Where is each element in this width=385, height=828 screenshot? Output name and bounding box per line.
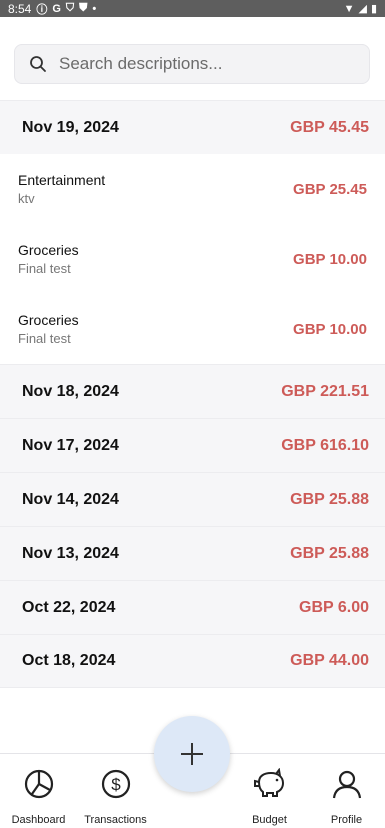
day-date: Oct 18, 2024 [22,652,116,669]
day-date: Oct 22, 2024 [22,598,116,616]
day-header[interactable]: Nov 13, 2024 GBP 25.88 [0,526,385,580]
day-header[interactable]: Nov 14, 2024 GBP 25.88 [0,472,385,526]
day-total: GBP 45.45 [290,118,369,136]
signal-icon: ◢ [358,3,367,15]
wifi-icon: ▼ [343,2,355,15]
nav-transactions[interactable]: $ Transactions [77,754,154,828]
day-total: GBP 25.88 [290,490,369,508]
plus-icon [181,743,203,765]
battery-icon: ▮ [370,3,377,15]
day-header[interactable]: Oct 22, 2024 GBP 6.00 [0,580,385,634]
nav-dashboard[interactable]: Dashboard [0,754,77,828]
day-total: GBP 44.00 [290,652,369,669]
transaction-list: Nov 19, 2024 GBP 45.45 Entertainment ktv… [0,100,385,688]
transaction-category: Entertainment [18,172,106,188]
dashboard-icon [24,769,53,799]
dot-icon: • [92,2,97,15]
transaction-category: Groceries [18,312,79,328]
day-date: Nov 19, 2024 [22,118,119,136]
shield-icon: ⛊ [79,2,88,14]
shield-icon: ⛉ [65,2,75,14]
transaction-description: Final test [18,261,71,276]
day-total: GBP 221.51 [281,382,369,400]
nav-label: Transactions [84,814,147,826]
day-total: GBP 616.10 [281,436,369,454]
transaction-description: ktv [18,191,35,206]
transaction-item[interactable]: Groceries Final test GBP 10.00 [0,224,385,294]
day-header[interactable]: Nov 17, 2024 GBP 616.10 [0,418,385,472]
transaction-description: Final test [18,331,71,346]
transaction-amount: GBP 10.00 [293,250,367,268]
day-date: Nov 13, 2024 [22,544,119,562]
status-bar: 8:54 ⓘ G ⛉ ⛊ • ▼ ◢ ▮ [0,0,385,17]
transaction-amount: GBP 10.00 [293,320,367,338]
nav-profile[interactable]: Profile [308,754,385,828]
transaction-item[interactable]: Groceries Final test GBP 10.00 [0,294,385,364]
transaction-category: Groceries [18,242,79,258]
transaction-amount: GBP 25.45 [293,180,367,198]
dollar-circle-icon: $ [101,769,130,799]
day-total: GBP 25.88 [290,544,369,562]
add-transaction-button[interactable] [154,716,230,792]
day-date: Nov 17, 2024 [22,436,119,454]
search-input[interactable] [57,53,351,75]
transaction-item[interactable]: Entertainment ktv GBP 25.45 [0,154,385,224]
info-icon: ⓘ [36,3,48,16]
day-date: Nov 14, 2024 [22,490,119,508]
status-time: 8:54 [8,1,32,16]
nav-label: Budget [252,814,287,826]
svg-text:$: $ [111,775,121,794]
profile-icon [332,770,361,799]
search-icon [30,56,46,72]
day-header[interactable]: Oct 18, 2024 GBP 44.00 [0,634,385,688]
google-icon: G [52,2,61,15]
nav-budget[interactable]: Budget [231,754,308,828]
day-header[interactable]: Nov 18, 2024 GBP 221.51 [0,364,385,418]
day-header[interactable]: Nov 19, 2024 GBP 45.45 [0,100,385,154]
piggy-bank-icon [253,768,284,797]
day-total: GBP 6.00 [299,598,369,616]
nav-label: Profile [330,814,363,826]
day-date: Nov 18, 2024 [22,382,119,400]
nav-label: Dashboard [11,814,66,826]
search-bar[interactable] [14,44,370,84]
